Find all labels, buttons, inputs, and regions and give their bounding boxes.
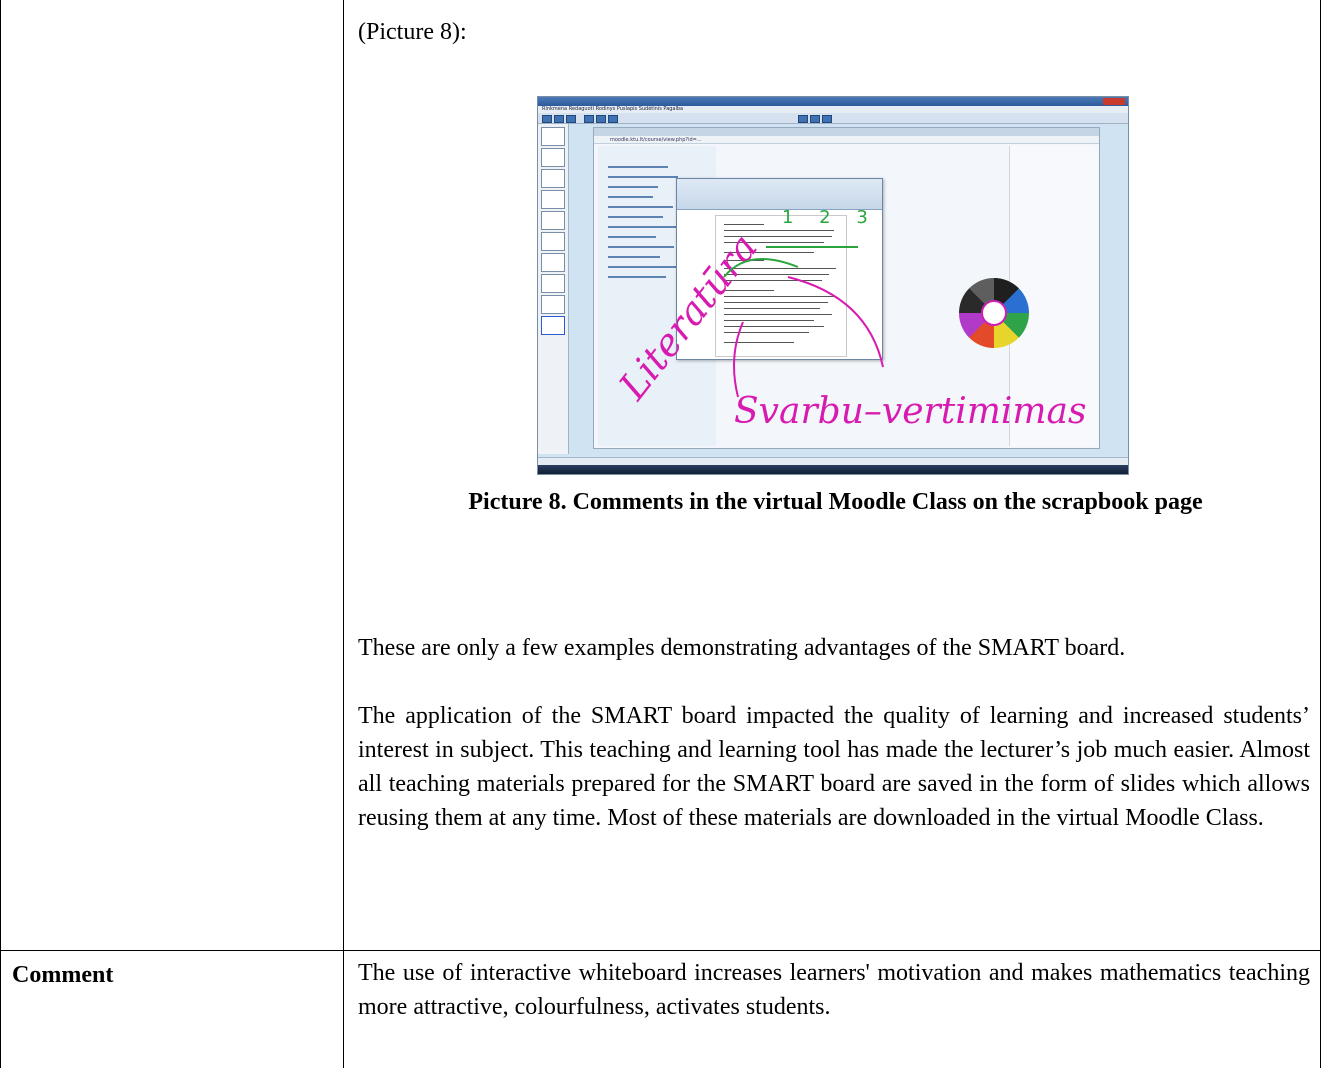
table-border-right <box>1320 0 1321 1068</box>
paragraph: The application of the SMART board impac… <box>358 703 1310 831</box>
comment-label: Comment <box>12 962 114 988</box>
table-column-divider <box>343 0 344 1068</box>
table-border-left <box>0 0 1 1068</box>
pink-arrow <box>787 276 884 368</box>
figure-caption: Picture 8. Comments in the virtual Moodl… <box>468 489 1203 515</box>
handwritten-svarbu: Svarbu–vertimimas <box>734 391 1086 432</box>
embedded-screenshot: Rinkmena Redaguoti Rodinys Puslapis Sudė… <box>537 96 1129 475</box>
handwritten-annotations: Literatūra Svarbu–vertimimas 1 2 3 <box>610 207 1087 432</box>
paragraph: These are only a few examples demonstrat… <box>358 635 1126 661</box>
handwritten-numbers: 1 2 3 <box>782 207 878 228</box>
picture-reference: (Picture 8): <box>358 19 467 45</box>
comment-text: The use of interactive whiteboard increa… <box>358 960 1310 1020</box>
handwritten-literatura: Literatūra <box>610 226 766 409</box>
table-row-divider <box>0 950 1321 951</box>
pink-arrow <box>733 321 744 398</box>
